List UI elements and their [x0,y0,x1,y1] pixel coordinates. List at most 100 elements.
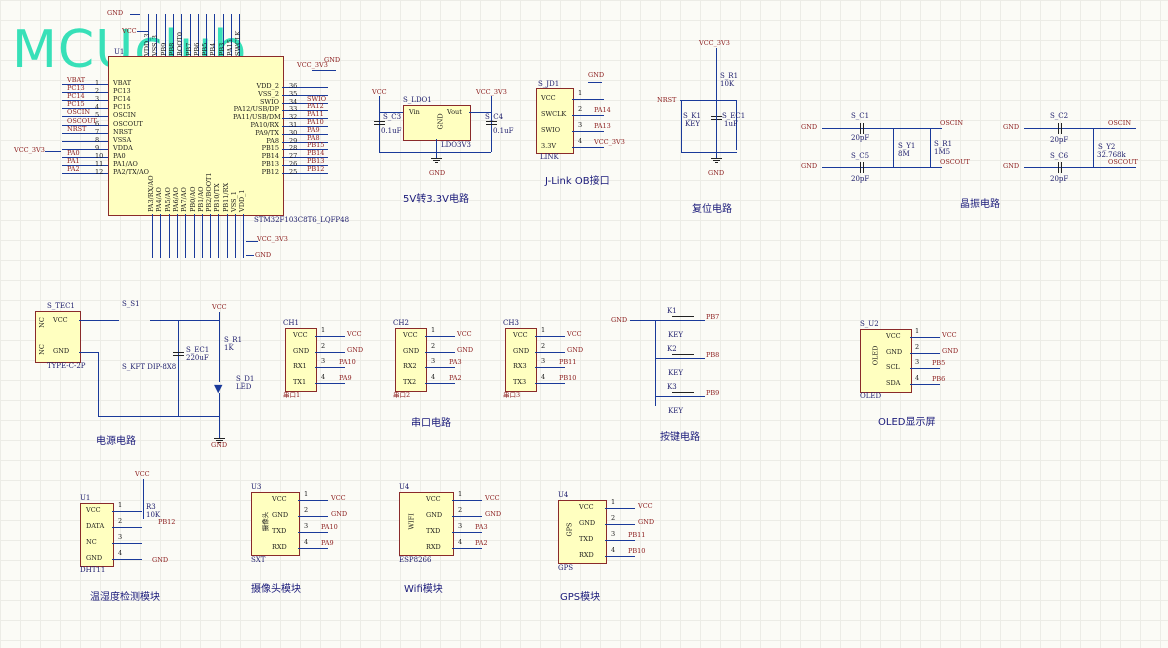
dht-r-value: 10K [146,511,161,519]
gps-net-label: PB11 [628,531,646,539]
mcu-pin-name: VSSA [113,135,132,144]
ldo-c4-value: 0.1uF [493,127,514,135]
mcu-pin-name: PB3 [217,42,226,56]
dht-ref: U1 [80,494,91,502]
jlink-caption: J-Link OB接口 [545,176,610,187]
xtal2-wire [1024,167,1136,168]
dht-label: DHT11 [80,566,106,574]
mcu-pin-name: VDDA [113,143,133,152]
cam-pin-wire [298,548,328,549]
ground-icon [431,158,442,159]
switch-part: S_KFT DIP-8X8 [122,363,177,371]
typec-part: TYPE-C-2P [47,362,86,370]
xtal2-wire [1024,128,1136,129]
mcu-pin-name: VDD_2 [256,82,279,90]
xtal2-wire [1093,128,1094,167]
ldo-pin-vout: Vout [447,108,462,116]
uart-pin-name: VCC [513,331,528,339]
reset-key-value: KEY [685,120,700,128]
dht-pin-name: VCC [86,506,101,514]
uart-pin-number: 4 [541,372,546,381]
xtal2-oscin-label: OSCIN [1108,119,1132,127]
gps-label: GPS [558,564,574,572]
ldo-vcc-label: VCC [372,88,387,96]
mcu-pin-name: PA1/AO [113,160,138,168]
wifi-pin-name: RXD [426,543,441,551]
mcu-vcc-wire [45,151,61,152]
jlink-pin-name: SWIO [541,126,561,134]
cam-pin-number: 3 [304,522,309,530]
cam-net-label: GND [331,510,348,518]
gps-pin-wire [605,508,635,509]
mcu-pin-number: 26 [289,160,298,168]
xtal-y1-value: 8M [898,150,910,158]
mcu-pin-number: 1 [95,79,100,87]
mcu-pin-name: VDD_3 [143,33,151,56]
jlink-ref: S_JD1 [538,80,560,88]
mcu-net-label: PA0 [67,148,80,157]
reset-caption: 复位电路 [692,204,732,215]
mcu-net-label: PC15 [67,100,85,109]
ground-icon [713,160,720,161]
capacitor-icon [863,123,864,134]
gps-pin-number: 4 [611,546,616,554]
uart-label: 串口3 [503,391,521,399]
jlink-pin-number: 1 [578,89,583,97]
key-ref: K3 [667,383,677,391]
capacitor-icon [173,352,184,353]
wifi-net-label: GND [485,510,502,518]
dht-pin-name: DATA [86,522,105,530]
reset-r-value: 10K [720,80,735,88]
power-caption: 电源电路 [96,436,136,447]
mcu-pin-name: PA6/AO [171,187,180,212]
uart-pin-wire [315,351,345,353]
uart-pin-wire [315,367,345,368]
mcu-pin-name: PB10/TX [213,183,222,212]
uart-pin-wire [315,382,345,384]
keys-wire [655,320,656,406]
mcu-vcc-left-label: VCC_3V3 [14,146,45,154]
mcu-pin-name: PC15 [113,103,131,112]
xtal-c1-value: 20pF [851,134,870,142]
wifi-pin-number: 4 [458,538,463,546]
reset-wire [680,100,736,101]
wifi-pin-wire [452,516,482,517]
dht-wire [143,479,144,519]
mcu-pin-name: PA10/RX [250,121,279,129]
mcu-vcc-label: VCC [122,27,137,35]
gps-net-label: PB10 [628,547,646,555]
uart-pin-name: TX2 [403,377,417,386]
mcu-pin-name: NRST [113,127,133,136]
capacitor-icon [1061,123,1062,134]
ldo-pin-gnd: GND [436,113,445,130]
power-wire [79,352,99,353]
uart-pin-wire [535,367,565,368]
dht-pin-number: 4 [118,549,123,557]
uart-pin-wire [535,382,565,384]
mcu-pin-number: 11 [95,160,104,168]
wifi-pin-number: 2 [458,506,463,514]
gps-ref: U4 [558,491,569,499]
jlink-net-label: PA14 [594,106,611,114]
cam-pin-number: 1 [304,490,309,498]
ground-icon [435,162,438,163]
jlink-net-label: VCC_3V3 [594,138,625,146]
mcu-ref: U1 [114,48,125,56]
xtal2-oscout-label: OSCOUT [1108,158,1138,166]
wifi-label: ESP8266 [399,556,432,564]
gps-pin-name: VCC [579,503,594,511]
gps-pin-number: 2 [611,514,616,522]
key-icon [672,392,694,393]
ldo-wire [436,139,437,152]
dht-r-ref: R3 [146,503,156,511]
dht-pin-wire [112,543,142,544]
xtal-y1: S_Y1 [898,142,916,150]
ground-icon [214,438,225,439]
ldo-wire [379,152,491,153]
mcu-pin-name: PB9 [159,42,168,56]
jlink-pin-number: 4 [578,137,583,145]
power-vcc-label: VCC [212,303,227,311]
uart-net-label: VCC [347,330,362,338]
mcu-pin-wire [62,132,108,134]
mcu-pin-name: PA9/TX [255,128,279,137]
